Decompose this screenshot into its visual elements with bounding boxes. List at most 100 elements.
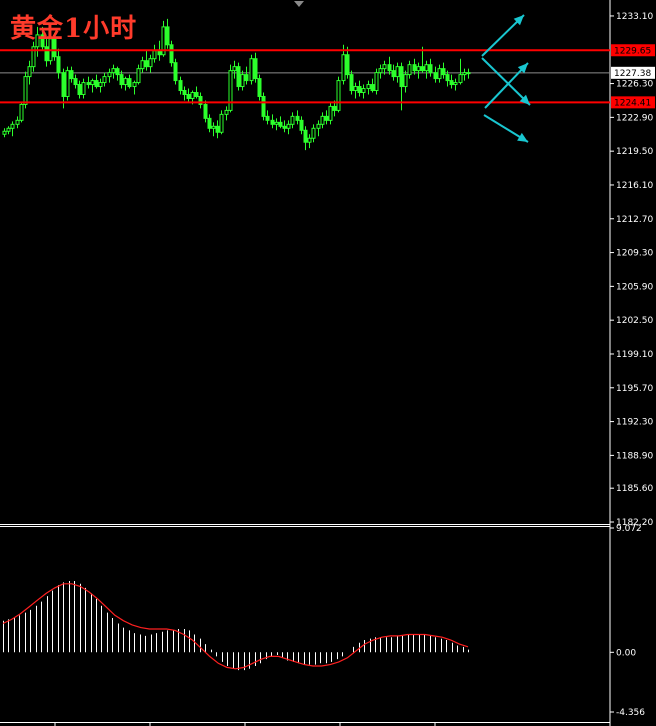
candle-body	[115, 68, 120, 76]
current-price-label: 1227.38	[614, 69, 651, 79]
candle-body	[81, 82, 86, 95]
candle-body	[370, 84, 375, 92]
candle-body	[136, 68, 141, 84]
macd-tick-label: -4.356	[616, 708, 645, 718]
price-tick-label: 1199.10	[616, 350, 653, 360]
candle-body	[236, 66, 241, 88]
candle-body	[428, 64, 433, 74]
candle-body	[173, 62, 178, 82]
candle-body	[395, 66, 400, 78]
candle-body	[449, 80, 454, 86]
candle-body	[453, 82, 458, 86]
candle-body	[144, 60, 149, 68]
candle-body	[182, 90, 187, 95]
candle-body	[148, 58, 153, 68]
candle-body	[433, 72, 438, 80]
candle-body	[203, 103, 208, 119]
candle-body	[98, 82, 103, 88]
candle-body	[307, 137, 312, 143]
candle-body	[299, 119, 304, 131]
candle-body	[391, 70, 396, 78]
candle-body	[420, 66, 425, 72]
candle-body	[416, 66, 421, 72]
candle-body	[77, 84, 82, 95]
candle-body	[19, 103, 24, 121]
candle-body	[265, 115, 270, 121]
candle-body	[336, 80, 341, 111]
candle-body	[324, 115, 329, 121]
candle-body	[466, 72, 471, 75]
candle-body	[282, 125, 287, 129]
candle-body	[249, 58, 254, 82]
candle-body	[286, 123, 291, 129]
candle-body	[94, 80, 99, 88]
forecast-arrow-shaft	[481, 57, 531, 106]
price-tick-label: 1205.90	[616, 282, 653, 292]
candle-body	[311, 127, 316, 139]
candle-body	[65, 70, 70, 97]
candle-body	[224, 109, 229, 115]
candle-body	[257, 78, 262, 97]
macd-tick-label: 9.072	[616, 524, 642, 534]
price-tick-label: 1195.70	[616, 384, 653, 394]
candle-body	[15, 119, 20, 125]
candle-body	[374, 72, 379, 92]
candle-body	[6, 127, 11, 132]
candle-body	[403, 74, 408, 88]
candle-body	[165, 26, 170, 46]
candle-body	[127, 78, 132, 88]
candle-body	[407, 64, 412, 76]
candle-body	[228, 70, 233, 111]
candle-body	[61, 72, 66, 97]
candle-body	[211, 125, 216, 129]
candle-body	[424, 64, 429, 72]
candle-body	[215, 125, 220, 133]
candle-body	[441, 68, 446, 76]
candle-body	[90, 80, 95, 86]
candle-body	[399, 66, 404, 88]
price-tick-label: 1226.30	[616, 80, 653, 90]
candle-body	[107, 72, 112, 78]
candle-body	[102, 76, 107, 84]
candle-body	[10, 123, 15, 129]
scroll-marker-icon	[294, 1, 304, 7]
candle-body	[219, 113, 224, 133]
candle-body	[152, 50, 157, 60]
macd-signal-line	[2, 583, 469, 670]
candle-body	[207, 117, 212, 129]
candle-body	[244, 74, 249, 82]
candle-body	[378, 68, 383, 74]
candle-body	[23, 76, 28, 105]
candle-body	[412, 64, 417, 72]
candle-body	[349, 74, 354, 92]
candle-body	[157, 50, 162, 56]
candle-body	[357, 86, 362, 94]
candle-body	[253, 58, 258, 80]
candle-body	[458, 74, 463, 84]
candle-body	[328, 105, 333, 121]
candle-body	[178, 80, 183, 92]
candle-body	[303, 129, 308, 143]
candle-body	[111, 68, 116, 74]
support-label: 1224.41	[614, 98, 651, 108]
candle-body	[123, 78, 128, 86]
candle-body	[274, 121, 279, 125]
candle-body	[86, 82, 91, 86]
price-tick-label: 1209.30	[616, 249, 653, 259]
candle-body	[119, 74, 124, 86]
price-tick-label: 1212.70	[616, 215, 653, 225]
candle-body	[2, 130, 7, 135]
candle-body	[69, 70, 74, 80]
candle-body	[270, 119, 275, 125]
candle-body	[186, 93, 191, 99]
macd-tick-label: 0.00	[616, 648, 636, 658]
candle-body	[27, 66, 32, 78]
price-tick-label: 1216.10	[616, 181, 653, 191]
candle-body	[366, 84, 371, 90]
candle-body	[295, 115, 300, 121]
price-tick-label: 1202.50	[616, 316, 653, 326]
candle-body	[240, 74, 245, 88]
candle-body	[353, 86, 358, 92]
candle-body	[345, 54, 350, 76]
price-tick-label: 1222.90	[616, 113, 653, 123]
